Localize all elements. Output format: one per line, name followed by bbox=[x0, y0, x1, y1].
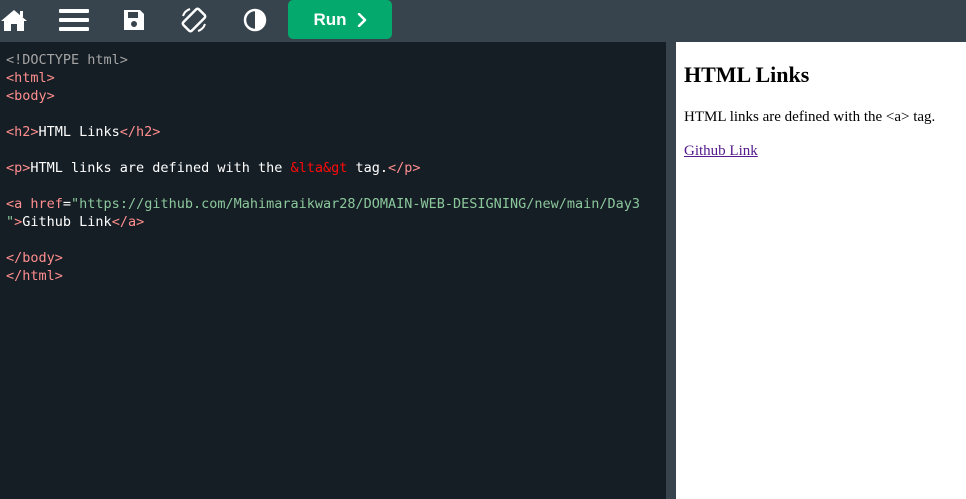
code-line: ">Github Link</a> bbox=[6, 213, 640, 231]
chevron-right-icon bbox=[357, 12, 366, 27]
code-text[interactable]: <!DOCTYPE html><html><body>​<h2>HTML Lin… bbox=[6, 51, 640, 285]
code-line: <p>HTML links are defined with the &lta&… bbox=[6, 159, 640, 177]
save-icon bbox=[124, 10, 144, 30]
code-token-tag: <body> bbox=[6, 88, 55, 104]
theme-button[interactable] bbox=[242, 0, 268, 40]
code-token-doc: <!DOCTYPE html> bbox=[6, 52, 128, 68]
code-token-text: tag. bbox=[347, 160, 389, 176]
code-editor[interactable]: <!DOCTYPE html><html><body>​<h2>HTML Lin… bbox=[0, 42, 666, 499]
contrast-icon bbox=[243, 8, 267, 32]
home-button[interactable] bbox=[0, 0, 28, 40]
code-line: ​ bbox=[6, 105, 640, 123]
code-token-ent: &lta&gt bbox=[290, 160, 348, 176]
code-token-tag: </body> bbox=[6, 250, 63, 266]
code-line: <body> bbox=[6, 87, 640, 105]
code-token-tag: <h2> bbox=[6, 124, 39, 140]
code-line: <!DOCTYPE html> bbox=[6, 51, 640, 69]
preview-heading: HTML Links bbox=[684, 62, 810, 87]
code-token-tag: </a> bbox=[111, 214, 145, 230]
pane-divider-handle[interactable] bbox=[666, 42, 676, 499]
code-token-tag: </html> bbox=[6, 268, 63, 284]
code-token-text: = bbox=[62, 196, 72, 212]
code-token-attr: href bbox=[30, 196, 63, 212]
toolbar: Run bbox=[0, 0, 966, 42]
code-token-text: HTML Links bbox=[38, 124, 120, 140]
menu-button[interactable] bbox=[58, 0, 90, 40]
code-token-str: " bbox=[6, 214, 15, 230]
result-preview: HTML Links HTML links are defined with t… bbox=[676, 42, 966, 499]
code-line: </html> bbox=[6, 267, 640, 285]
code-token-tag: <html> bbox=[6, 70, 55, 86]
code-line: ​ bbox=[6, 231, 640, 249]
preview-paragraph: HTML links are defined with the <a> tag. bbox=[684, 109, 936, 125]
home-icon bbox=[1, 10, 27, 31]
run-button-label: Run bbox=[313, 9, 347, 29]
code-token-tag: </h2> bbox=[119, 124, 161, 140]
rotate-icon bbox=[181, 7, 207, 33]
code-line: <a href="https://github.com/Mahimaraikwa… bbox=[6, 195, 640, 213]
code-line: <h2>HTML Links</h2> bbox=[6, 123, 640, 141]
code-token-tag: <a bbox=[6, 196, 31, 212]
save-button[interactable] bbox=[121, 0, 147, 40]
code-line: ​ bbox=[6, 141, 640, 159]
code-token-text: HTML links are defined with the bbox=[30, 160, 291, 176]
code-line: ​ bbox=[6, 177, 640, 195]
preview-github-link[interactable]: Github Link bbox=[684, 143, 758, 160]
rotate-button[interactable] bbox=[180, 0, 208, 40]
run-button[interactable]: Run bbox=[288, 0, 392, 39]
code-line: <html> bbox=[6, 69, 640, 87]
code-line: </body> bbox=[6, 249, 640, 267]
code-token-text: Github Link bbox=[22, 214, 112, 230]
code-token-tag: </p> bbox=[388, 160, 421, 176]
code-token-str: "https://github.com/Mahimaraikwar28/DOMA… bbox=[71, 196, 640, 212]
menu-icon bbox=[59, 9, 89, 31]
code-token-tag: <p> bbox=[6, 160, 31, 176]
